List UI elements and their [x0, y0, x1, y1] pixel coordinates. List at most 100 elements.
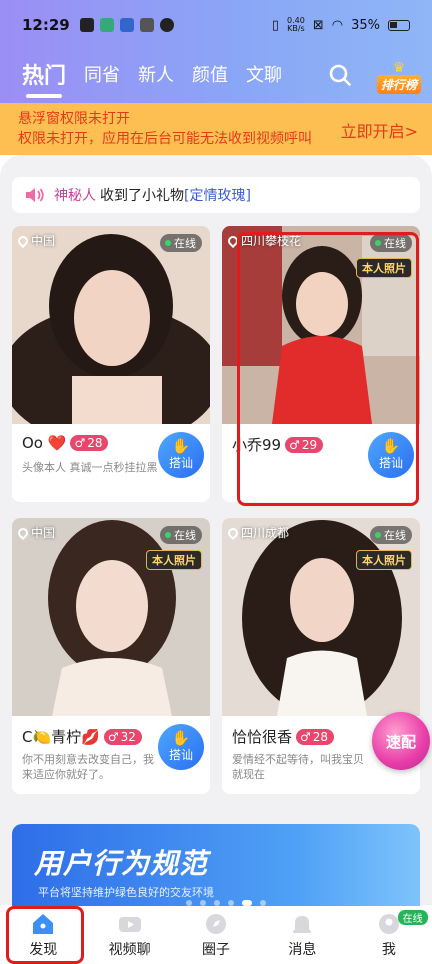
verified-photo-badge: 本人照片	[146, 550, 202, 570]
speed-match-button[interactable]: 速配	[372, 712, 430, 770]
online-dot-icon	[375, 532, 381, 538]
user-name: C🍋青柠💋	[22, 728, 100, 746]
online-badge: 在线	[370, 526, 412, 544]
tab-text-chat[interactable]: 文聊	[246, 61, 282, 87]
online-dot-icon	[165, 532, 171, 538]
online-status-badge: 在线	[397, 910, 428, 925]
verified-photo-badge: 本人照片	[356, 550, 412, 570]
wave-hand-icon: ✋	[171, 437, 191, 455]
greet-button[interactable]: ✋ 搭讪	[158, 724, 204, 770]
nav-label: 发现	[29, 942, 58, 958]
online-badge: 在线	[370, 234, 412, 252]
nav-label: 圈子	[202, 942, 231, 958]
greet-button[interactable]: ✋ 搭讪	[368, 432, 414, 478]
banner-title: 用户行为规范	[34, 847, 209, 880]
level-value: 32	[120, 729, 136, 744]
user-name-row: 恰恰很香 ♂ 28	[232, 726, 335, 747]
speaker-icon	[26, 188, 44, 202]
net-speed-unit: KB/s	[287, 24, 305, 33]
ranking-label: 排行榜	[376, 75, 421, 94]
app-notification-icon	[139, 18, 154, 32]
nav-video-chat[interactable]: 视频聊	[86, 906, 172, 964]
online-text: 在线	[384, 237, 406, 250]
level-badge: ♂ 28	[296, 728, 335, 745]
app-notification-icon	[159, 18, 174, 32]
vibrate-icon: ▯	[271, 17, 280, 33]
greet-button[interactable]: ✋ 搭讪	[158, 432, 204, 478]
nav-messages[interactable]: 消息	[259, 906, 345, 964]
ranking-button[interactable]: ♛ 排行榜	[376, 56, 422, 94]
level-badge: ♂ 28	[70, 435, 109, 451]
online-text: 在线	[384, 529, 406, 542]
user-name-row: C🍋青柠💋 ♂ 32	[22, 726, 142, 747]
app-notification-icon	[79, 18, 94, 32]
user-photo	[222, 518, 420, 716]
user-name-row: 小乔99 ♂ 29	[232, 434, 324, 455]
user-photo	[222, 226, 420, 424]
location-text: 中国	[31, 234, 56, 248]
user-card[interactable]: 四川攀枝花 在线 本人照片 小乔99 ♂ 29 ✋ 搭讪	[222, 226, 420, 502]
user-photo	[12, 226, 210, 424]
compass-icon	[206, 914, 227, 934]
notification-icons	[79, 18, 174, 32]
location-pin-icon	[15, 233, 31, 248]
location-pin-icon	[225, 525, 241, 540]
online-dot-icon	[375, 240, 381, 246]
location-tag: 四川成都	[225, 524, 289, 541]
user-card[interactable]: 中国 在线 本人照片 C🍋青柠💋 ♂ 32 你不用刻意去改变自己，我来适应你就好了…	[12, 518, 210, 794]
user-name: 小乔99	[232, 436, 282, 454]
level-value: 29	[301, 437, 318, 452]
tab-looks[interactable]: 颜值	[192, 61, 228, 87]
nav-me[interactable]: 我 在线	[346, 906, 432, 964]
location-tag: 中国	[15, 232, 56, 249]
user-bio: 爱情经不起等待，叫我宝贝就现在	[232, 753, 364, 781]
location-text: 四川攀枝花	[241, 234, 302, 248]
user-photo	[12, 518, 210, 716]
user-bio: 头像本人 真诚一点秒挂拉黑	[22, 461, 158, 474]
nav-circle[interactable]: 圈子	[173, 906, 259, 964]
online-dot-icon	[165, 240, 171, 246]
bell-icon	[293, 916, 312, 933]
enable-now-link[interactable]: 立即开启>	[341, 118, 418, 142]
nav-label: 我	[381, 942, 396, 958]
video-icon	[118, 917, 141, 932]
level-value: 28	[312, 729, 329, 744]
sim-icon: ⊠	[312, 17, 324, 33]
banner-subtitle: 平台将坚持维护绿色良好的交友环境	[38, 886, 214, 899]
search-icon[interactable]	[328, 63, 352, 87]
gift-broadcast-bar[interactable]: 神秘人 收到了小礼物 [定情玫瑰]	[12, 177, 420, 213]
user-name: 恰恰很香	[232, 728, 293, 746]
online-badge: 在线	[160, 234, 202, 252]
status-right: ▯ 0.40 KB/s ⊠ ◠ 35%	[272, 17, 410, 33]
top-header: 12:29 ▯ 0.40 KB/s ⊠ ◠ 35% 热门 同省 新人 颜值 文聊	[0, 0, 432, 103]
rules-banner[interactable]: 用户行为规范 平台将坚持维护绿色良好的交友环境	[12, 824, 420, 906]
status-bar: 12:29 ▯ 0.40 KB/s ⊠ ◠ 35%	[0, 0, 432, 50]
level-badge: ♂ 29	[285, 436, 324, 453]
greet-label: 搭讪	[168, 748, 193, 762]
app-notification-icon	[119, 18, 134, 32]
tab-newcomers[interactable]: 新人	[138, 61, 174, 87]
online-badge: 在线	[160, 526, 202, 544]
nav-discover[interactable]: 发现	[0, 906, 86, 964]
net-speed: 0.40 KB/s	[287, 17, 305, 33]
wave-hand-icon: ✋	[171, 729, 191, 747]
location-pin-icon	[225, 233, 241, 248]
wifi-icon: ◠	[331, 17, 344, 33]
nav-label: 消息	[288, 942, 317, 958]
nav-label: 视频聊	[108, 942, 151, 958]
gift-sender: 神秘人	[54, 188, 96, 204]
tab-same-province[interactable]: 同省	[84, 61, 120, 87]
location-text: 中国	[31, 526, 56, 540]
battery-percent: 35%	[351, 17, 380, 33]
user-card[interactable]: 中国 在线 Oo ❤️ ♂ 28 头像本人 真诚一点秒挂拉黑 ✋ 搭讪	[12, 226, 210, 502]
online-text: 在线	[174, 529, 196, 542]
user-name-row: Oo ❤️ ♂ 28	[22, 434, 109, 452]
bottom-nav: 发现 视频聊 圈子 消息 我 在线	[0, 906, 432, 964]
gift-name: [定情玫瑰]	[184, 188, 251, 204]
battery-icon	[388, 19, 410, 31]
tab-hot[interactable]: 热门	[22, 58, 66, 98]
level-value: 28	[87, 436, 103, 450]
permission-notice: 悬浮窗权限未打开 权限未打开，应用在后台可能无法收到视频呼叫 立即开启>	[0, 103, 432, 155]
location-tag: 四川攀枝花	[225, 232, 302, 249]
level-badge: ♂ 32	[103, 728, 142, 745]
